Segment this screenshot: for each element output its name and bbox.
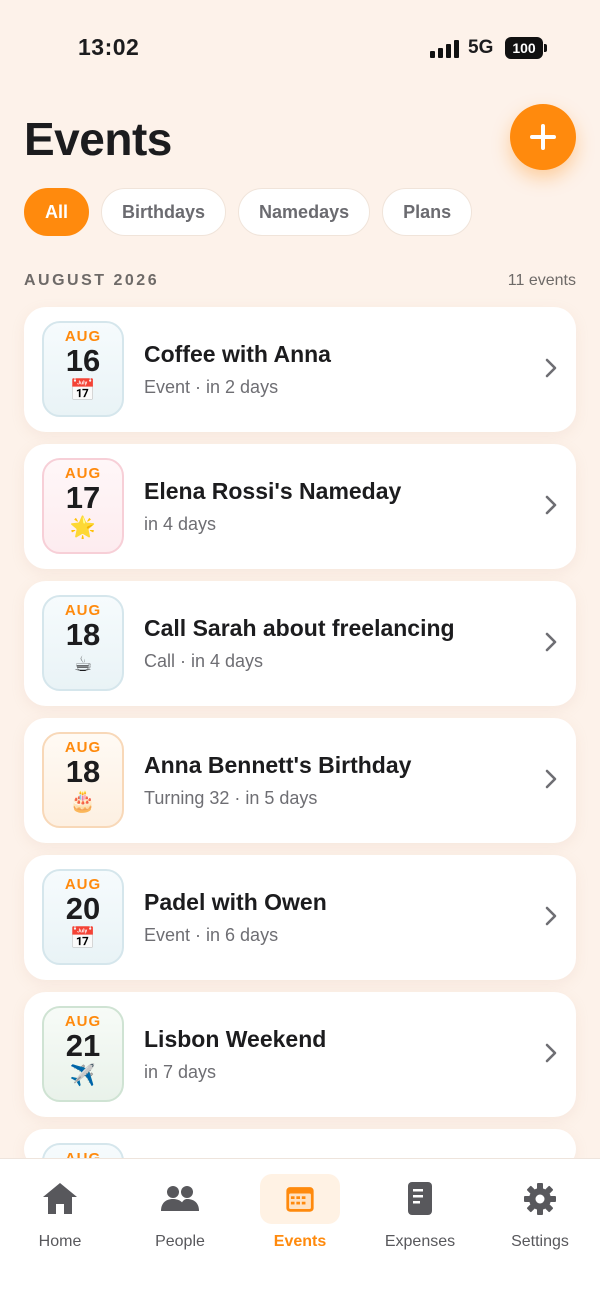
star-emoji-icon: 🌟: [69, 516, 97, 539]
date-day: 20: [65, 891, 101, 926]
event-card[interactable]: AUG 17 🌟 Elena Rossi's Nameday in 4 days: [24, 444, 576, 569]
event-title: Call Sarah about freelancing: [144, 615, 455, 641]
active-tab-highlight: [260, 1174, 340, 1224]
filter-all[interactable]: All: [24, 188, 90, 236]
event-title: Elena Rossi's Nameday: [144, 478, 402, 504]
airplane-emoji-icon: ✈️: [69, 1064, 97, 1087]
battery-icon: 100: [505, 37, 547, 59]
tab-label: People: [155, 1233, 205, 1250]
tab-expenses[interactable]: Expenses: [360, 1177, 480, 1251]
tab-label: Settings: [511, 1233, 569, 1250]
chevron-right-icon: [545, 632, 557, 652]
date-tile: AUG 18 ☕: [42, 595, 124, 691]
filter-plans[interactable]: Plans: [382, 188, 473, 236]
calendar-emoji-icon: 📅: [69, 379, 97, 402]
event-subtitle: Turning 32 · in 5 days: [144, 788, 318, 808]
tab-home[interactable]: Home: [0, 1177, 120, 1251]
tab-settings[interactable]: Settings: [480, 1177, 600, 1251]
event-subtitle: in 4 days: [144, 514, 217, 534]
section-header: AUGUST 2026 11 events: [24, 272, 576, 290]
calendar-icon: [286, 1187, 314, 1212]
section-title: AUGUST 2026: [24, 272, 160, 289]
event-title: Anna Bennett's Birthday: [144, 752, 412, 778]
tab-events[interactable]: Events: [240, 1174, 360, 1251]
event-subtitle: Call · in 4 days: [144, 651, 264, 671]
date-tile: AUG 16 📅: [42, 321, 124, 417]
filter-birthdays[interactable]: Birthdays: [101, 188, 227, 236]
event-card[interactable]: AUG 16 📅 Coffee with Anna Event · in 2 d…: [24, 307, 576, 432]
cake-emoji-icon: 🎂: [69, 790, 97, 813]
event-card[interactable]: AUG 18 🎂 Anna Bennett's Birthday Turning…: [24, 718, 576, 843]
status-bar: 13:02 5G 100: [0, 0, 600, 96]
event-subtitle: in 7 days: [144, 1062, 217, 1082]
date-tile: AUG 18 🎂: [42, 732, 124, 828]
gear-icon: [524, 1183, 556, 1215]
chevron-right-icon: [545, 495, 557, 515]
event-card[interactable]: AUG 20 📅 Padel with Owen Event · in 6 da…: [24, 855, 576, 980]
tab-label: Home: [38, 1233, 82, 1250]
date-day: 18: [65, 754, 101, 789]
date-day: 16: [65, 343, 101, 378]
date-tile: AUG 17 🌟: [42, 458, 124, 554]
chevron-right-icon: [545, 358, 557, 378]
date-tile: AUG 21 ✈️: [42, 1006, 124, 1102]
coffee-emoji-icon: ☕: [73, 653, 93, 676]
plus-icon: [530, 124, 556, 150]
event-subtitle: Event · in 2 days: [144, 377, 279, 397]
receipt-icon: [408, 1182, 432, 1215]
event-subtitle: Event · in 6 days: [144, 925, 279, 945]
signal-icon: [430, 40, 460, 58]
chevron-right-icon: [545, 906, 557, 926]
network-label: 5G: [468, 37, 494, 58]
page-title: Events: [24, 113, 172, 165]
tab-people[interactable]: People: [120, 1177, 240, 1251]
event-title: Coffee with Anna: [144, 341, 331, 367]
status-time: 13:02: [78, 34, 140, 60]
filter-chips: All Birthdays Namedays Plans: [24, 188, 473, 236]
tab-label: Events: [273, 1233, 327, 1250]
event-list: AUG 16 📅 Coffee with Anna Event · in 2 d…: [24, 307, 576, 1169]
date-day: 17: [65, 480, 101, 515]
date-day: 21: [65, 1028, 101, 1063]
home-icon: [43, 1183, 77, 1214]
event-title: Padel with Owen: [144, 889, 327, 915]
event-title: Lisbon Weekend: [144, 1026, 327, 1052]
date-tile: AUG 20 📅: [42, 869, 124, 965]
calendar-emoji-icon: 📅: [69, 927, 97, 950]
chevron-right-icon: [545, 769, 557, 789]
people-icon: [161, 1186, 199, 1211]
event-card[interactable]: AUG 21 ✈️ Lisbon Weekend in 7 days: [24, 992, 576, 1117]
filter-namedays[interactable]: Namedays: [238, 188, 371, 236]
event-count: 11 events: [507, 272, 576, 289]
add-event-button[interactable]: [510, 104, 576, 170]
tab-bar: Home People Events Expenses Settings: [0, 1158, 600, 1304]
tab-label: Expenses: [384, 1233, 456, 1250]
event-card[interactable]: AUG 18 ☕ Call Sarah about freelancing Ca…: [24, 581, 576, 706]
date-day: 18: [65, 617, 101, 652]
chevron-right-icon: [545, 1043, 557, 1063]
